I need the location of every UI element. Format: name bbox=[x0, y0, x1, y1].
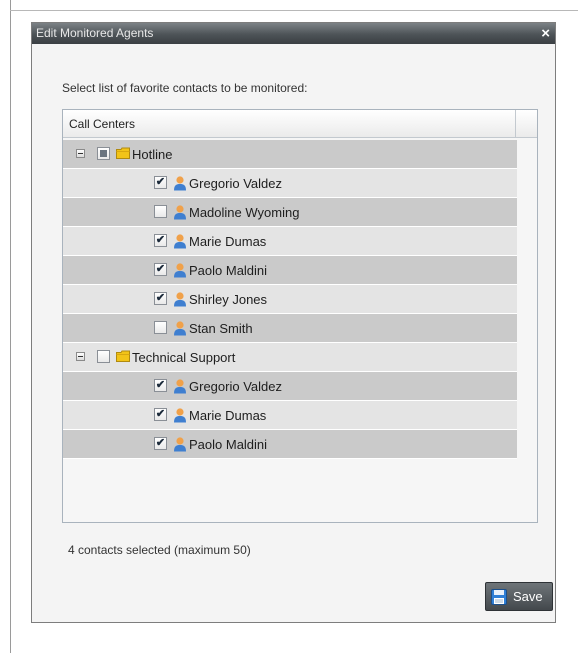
group-label: Hotline bbox=[132, 147, 173, 162]
outer-frame-border bbox=[10, 0, 11, 653]
check-icon: ✔ bbox=[155, 437, 166, 449]
call-centers-tree: Call Centers Hotline ✔ Gregorio Valdez Mado… bbox=[62, 109, 538, 523]
save-button[interactable]: Save bbox=[485, 582, 553, 611]
agent-label: Madoline Wyoming bbox=[189, 205, 300, 220]
folder-icon bbox=[116, 350, 130, 362]
check-icon: ✔ bbox=[155, 292, 166, 304]
agent-checkbox[interactable]: ✔ bbox=[154, 234, 167, 247]
group-label: Technical Support bbox=[132, 350, 236, 365]
person-icon bbox=[173, 204, 187, 220]
person-icon bbox=[173, 291, 187, 307]
agent-checkbox[interactable]: ✔ bbox=[154, 379, 167, 392]
tree-header-corner bbox=[515, 110, 537, 138]
agent-label: Gregorio Valdez bbox=[189, 176, 282, 191]
tree-agent-row[interactable]: Stan Smith bbox=[63, 314, 517, 343]
group-checkbox[interactable] bbox=[97, 147, 110, 160]
person-icon bbox=[173, 436, 187, 452]
tree-agent-row[interactable]: ✔ Paolo Maldini bbox=[63, 430, 517, 459]
agent-label: Gregorio Valdez bbox=[189, 379, 282, 394]
tree-agent-row[interactable]: ✔ Gregorio Valdez bbox=[63, 169, 517, 198]
check-icon: ✔ bbox=[155, 234, 166, 246]
floppy-disk-icon bbox=[491, 589, 507, 605]
agent-checkbox[interactable]: ✔ bbox=[154, 408, 167, 421]
close-icon[interactable]: × bbox=[541, 23, 550, 44]
dialog-title: Edit Monitored Agents bbox=[36, 26, 154, 40]
check-icon: ✔ bbox=[155, 408, 166, 420]
check-icon: ✔ bbox=[155, 263, 166, 275]
selection-status: 4 contacts selected (maximum 50) bbox=[68, 543, 251, 557]
tree-rows: Hotline ✔ Gregorio Valdez Madoline Wyoming ✔… bbox=[63, 140, 517, 459]
tree-column-header[interactable]: Call Centers bbox=[63, 110, 515, 138]
tree-agent-row[interactable]: ✔ Paolo Maldini bbox=[63, 256, 517, 285]
outer-frame-top-border bbox=[10, 10, 578, 11]
tree-agent-row[interactable]: Madoline Wyoming bbox=[63, 198, 517, 227]
check-icon: ✔ bbox=[155, 379, 166, 391]
person-icon bbox=[173, 320, 187, 336]
agent-label: Marie Dumas bbox=[189, 408, 267, 423]
person-icon bbox=[173, 407, 187, 423]
edit-monitored-agents-dialog: Edit Monitored Agents × Select list of f… bbox=[31, 22, 556, 623]
tree-group-row[interactable]: Technical Support bbox=[63, 343, 517, 372]
check-icon: ✔ bbox=[155, 176, 166, 188]
instruction-text: Select list of favorite contacts to be m… bbox=[62, 81, 308, 95]
tree-agent-row[interactable]: ✔ Marie Dumas bbox=[63, 227, 517, 256]
person-icon bbox=[173, 233, 187, 249]
agent-checkbox[interactable] bbox=[154, 205, 167, 218]
agent-checkbox[interactable]: ✔ bbox=[154, 176, 167, 189]
person-icon bbox=[173, 378, 187, 394]
folder-icon bbox=[116, 147, 130, 159]
agent-checkbox[interactable]: ✔ bbox=[154, 292, 167, 305]
save-button-label: Save bbox=[513, 589, 543, 604]
agent-checkbox[interactable]: ✔ bbox=[154, 263, 167, 276]
collapse-icon[interactable] bbox=[76, 352, 85, 361]
tree-agent-row[interactable]: ✔ Shirley Jones bbox=[63, 285, 517, 314]
person-icon bbox=[173, 262, 187, 278]
tree-agent-row[interactable]: ✔ Marie Dumas bbox=[63, 401, 517, 430]
tree-agent-row[interactable]: ✔ Gregorio Valdez bbox=[63, 372, 517, 401]
group-checkbox[interactable] bbox=[97, 350, 110, 363]
agent-checkbox[interactable]: ✔ bbox=[154, 437, 167, 450]
agent-checkbox[interactable] bbox=[154, 321, 167, 334]
agent-label: Stan Smith bbox=[189, 321, 253, 336]
tree-group-row[interactable]: Hotline bbox=[63, 140, 517, 169]
dialog-title-bar[interactable]: Edit Monitored Agents × bbox=[32, 23, 555, 44]
person-icon bbox=[173, 175, 187, 191]
collapse-icon[interactable] bbox=[76, 149, 85, 158]
agent-label: Shirley Jones bbox=[189, 292, 268, 307]
agent-label: Marie Dumas bbox=[189, 234, 267, 249]
agent-label: Paolo Maldini bbox=[189, 263, 268, 278]
agent-label: Paolo Maldini bbox=[189, 437, 268, 452]
